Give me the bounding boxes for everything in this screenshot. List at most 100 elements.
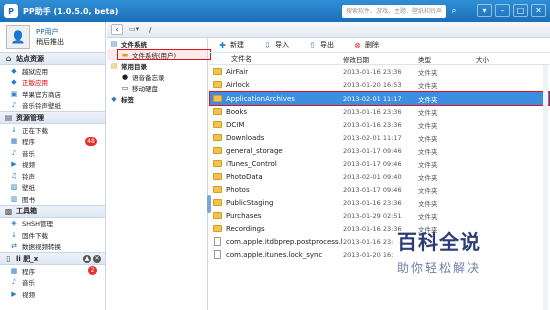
section-toolbox[interactable]: ▩ 工具箱 bbox=[0, 204, 105, 218]
watermark: 百科全说 助你轻松解决 bbox=[397, 226, 507, 290]
table-row[interactable]: Airlock 2013-01-20 16:53 文件夹 bbox=[209, 78, 550, 91]
sidebar-item-music-ringtones[interactable]: ♪ 音乐铃声壁纸 bbox=[0, 100, 105, 112]
sidebar-item-jailbreak-apps[interactable]: ◆ 越狱应用 bbox=[0, 65, 105, 77]
folder-icon: ▤ bbox=[110, 39, 118, 48]
sidebar-item-app-store[interactable]: ▣ 苹果官方商店 bbox=[0, 88, 105, 100]
column-size[interactable]: 大小 bbox=[476, 54, 536, 64]
sidebar-item-video-convert[interactable]: ⇄ 数据视频转换 bbox=[0, 241, 105, 253]
table-row[interactable]: Downloads 2013-02-01 11:17 文件夹 bbox=[209, 131, 550, 144]
sidebar-item-books[interactable]: ▥ 图书 bbox=[0, 193, 105, 205]
download-icon: ↓ bbox=[11, 125, 17, 134]
folder-icon bbox=[213, 108, 222, 115]
music-icon: ♪ bbox=[11, 278, 17, 287]
home-icon: ⌂ bbox=[5, 54, 12, 63]
drive-icon: ▭ bbox=[121, 83, 129, 92]
new-button[interactable]: ✚ 新建 bbox=[218, 40, 244, 50]
folder-icon bbox=[213, 212, 222, 219]
table-row[interactable]: PhotoData 2013-02-01 09:40 文件夹 bbox=[209, 170, 550, 183]
section-resource-management[interactable]: ▤ 资源管理 bbox=[0, 111, 105, 124]
table-row[interactable]: PublicStaging 2013-01-16 23:36 文件夹 bbox=[209, 196, 550, 209]
back-button[interactable]: ‹ bbox=[111, 24, 123, 35]
sidebar-item-firmware[interactable]: ↓ 固件下载 bbox=[0, 229, 105, 241]
drive-icon[interactable]: ▭▾ bbox=[129, 24, 143, 35]
table-row[interactable]: iTunes_Control 2013-01-17 09:46 文件夹 bbox=[209, 157, 550, 170]
highlight-box-row bbox=[209, 91, 550, 106]
import-icon: ⇩ bbox=[264, 40, 271, 50]
file-toolbar: ✚ 新建 ⇩ 导入 ⇧ 导出 ⊗ 删除 bbox=[209, 38, 550, 53]
path-text[interactable]: / bbox=[149, 26, 151, 34]
phone-icon: ▯ bbox=[6, 254, 11, 263]
highlight-box-tree bbox=[117, 49, 211, 60]
table-row[interactable]: Purchases 2013-01-29 02:51 文件夹 bbox=[209, 209, 550, 222]
sidebar-item-programs[interactable]: ▦ 程序 48 bbox=[0, 136, 105, 148]
search-icon[interactable]: ⌕ bbox=[448, 5, 460, 18]
avatar[interactable]: 👤 bbox=[6, 25, 30, 49]
tag-icon: ◆ bbox=[111, 94, 117, 103]
grid-icon: ▦ bbox=[10, 137, 18, 146]
file-icon bbox=[214, 250, 221, 259]
app-icon: ◆ bbox=[11, 78, 17, 87]
table-row[interactable]: DCIM 2013-01-16 23:36 文件夹 bbox=[209, 118, 550, 131]
column-name[interactable]: 文件名 bbox=[209, 54, 343, 64]
search-input[interactable]: 搜索软件、游戏、主题、壁纸和铃声 bbox=[342, 5, 446, 18]
close-icon[interactable]: ✕ bbox=[93, 255, 101, 263]
image-icon: ▨ bbox=[10, 183, 18, 192]
book-icon: ▥ bbox=[10, 194, 18, 203]
settings-button[interactable]: ▾ bbox=[477, 4, 492, 17]
delete-button[interactable]: ⊗ 删除 bbox=[353, 40, 379, 50]
sidebar-item-video[interactable]: ▶ 视频 bbox=[0, 159, 105, 171]
tree-group-filesystem[interactable]: ▤ 文件系统 bbox=[107, 38, 207, 49]
section-device[interactable]: ▯ li 肥_x ▲ ✕ bbox=[0, 252, 105, 265]
table-row[interactable]: Photos 2013-01-17 09:46 文件夹 bbox=[209, 183, 550, 196]
sidebar-item-device-video[interactable]: ▶ 视频 bbox=[0, 288, 105, 300]
download-icon: ↓ bbox=[11, 230, 17, 239]
folder-tree: ▤ 文件系统 ▬ 文件系统(用户) ▤ 常用目录 ● 语音备忘录 ▭ 移动硬盘 ◆ 标签 bbox=[107, 38, 208, 310]
folder-icon bbox=[213, 160, 222, 167]
sidebar-item-device-programs[interactable]: ▦ 程序 2 bbox=[0, 265, 105, 277]
folder-icon bbox=[213, 173, 222, 180]
folder-icon bbox=[213, 199, 222, 206]
video-icon: ▶ bbox=[11, 160, 17, 169]
new-icon: ✚ bbox=[219, 40, 226, 50]
count-badge: 2 bbox=[88, 266, 97, 275]
title-bar: P PP助手 (1.0.5.0, beta) 搜索软件、游戏、主题、壁纸和铃声 … bbox=[0, 0, 550, 22]
folder-icon: ▤ bbox=[4, 113, 13, 122]
folder-icon bbox=[213, 81, 222, 88]
export-button[interactable]: ⇧ 导出 bbox=[308, 40, 334, 50]
sidebar-item-genuine-apps[interactable]: ◆ 正版应用 bbox=[0, 77, 105, 89]
folder-icon bbox=[213, 68, 222, 75]
section-site-resources[interactable]: ⌂ 站点资源 bbox=[0, 52, 105, 65]
table-header: 文件名 修改日期 类型 大小 bbox=[209, 53, 550, 65]
panel-splitter-handle[interactable] bbox=[207, 195, 211, 213]
close-button[interactable]: ✕ bbox=[531, 4, 546, 17]
tree-item-voice-memos[interactable]: ● 语音备忘录 bbox=[107, 71, 207, 82]
column-date[interactable]: 修改日期 bbox=[343, 54, 418, 64]
table-row[interactable]: AirFair 2013-01-16 23:36 文件夹 bbox=[209, 65, 550, 78]
minimize-button[interactable]: – bbox=[495, 4, 510, 17]
sidebar-item-wallpapers[interactable]: ▨ 壁纸 bbox=[0, 182, 105, 194]
tree-group-tags[interactable]: ◆ 标签 bbox=[107, 93, 207, 104]
user-name[interactable]: PP用户 bbox=[36, 27, 64, 37]
sidebar-item-music[interactable]: ♪ 音乐 bbox=[0, 147, 105, 159]
export-icon: ⇧ bbox=[309, 40, 316, 50]
table-row[interactable]: general_storage 2013-01-17 09:46 文件夹 bbox=[209, 144, 550, 157]
navigation-bar: ‹ ▭▾ / bbox=[107, 22, 550, 38]
column-type[interactable]: 类型 bbox=[418, 54, 476, 64]
user-action[interactable]: 稍后推出 bbox=[36, 37, 64, 47]
sidebar-item-device-music[interactable]: ♪ 音乐 bbox=[0, 277, 105, 289]
sidebar-item-downloading[interactable]: ↓ 正在下载 bbox=[0, 124, 105, 136]
import-button[interactable]: ⇩ 导入 bbox=[263, 40, 289, 50]
eject-icon[interactable]: ▲ bbox=[83, 255, 91, 263]
table-row[interactable]: Books 2013-01-16 23:36 文件夹 bbox=[209, 105, 550, 118]
tree-item-usb-drive[interactable]: ▭ 移动硬盘 bbox=[107, 82, 207, 93]
folder-icon bbox=[213, 225, 222, 232]
vertical-scrollbar[interactable] bbox=[543, 65, 548, 310]
sidebar-item-shsh[interactable]: ◈ SHSH管理 bbox=[0, 218, 105, 230]
toolbox-icon: ▩ bbox=[4, 206, 13, 216]
tree-group-common-dirs[interactable]: ▤ 常用目录 bbox=[107, 60, 207, 71]
delete-icon: ⊗ bbox=[354, 40, 361, 50]
sidebar-item-ringtones[interactable]: ♫ 铃声 bbox=[0, 170, 105, 182]
window-title: PP助手 (1.0.5.0, beta) bbox=[23, 6, 119, 16]
grid-icon: ▦ bbox=[10, 266, 18, 275]
maximize-button[interactable]: □ bbox=[513, 4, 528, 17]
